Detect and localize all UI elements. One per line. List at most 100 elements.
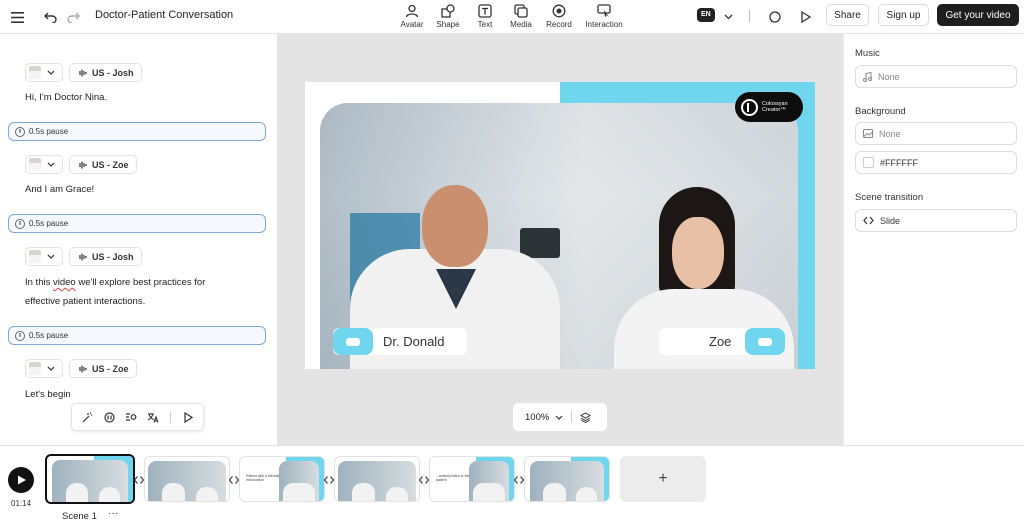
voice-select[interactable]: US - Zoe [69, 359, 137, 378]
voice-label: US - Josh [92, 251, 134, 262]
voice-select[interactable]: US - Josh [69, 63, 142, 82]
avatar-select[interactable] [25, 63, 63, 82]
background-heading: Background [855, 106, 906, 117]
preview-play-icon[interactable] [797, 8, 815, 26]
tool-record[interactable]: Record [537, 2, 581, 29]
play-icon[interactable] [177, 406, 199, 428]
name-tag-cap [333, 328, 373, 355]
scene-thumbnail[interactable] [45, 454, 135, 504]
menu-icon[interactable] [8, 8, 26, 26]
scene-thumbnail[interactable] [524, 456, 610, 502]
thumbnail-text: ...actively listen to the patient [436, 474, 470, 482]
tool-interaction[interactable]: Interaction [582, 2, 626, 29]
script-line[interactable]: effective patient interactions. [25, 296, 145, 307]
chevron-down-icon[interactable] [719, 8, 737, 26]
pause-label: 0.5s pause [29, 331, 69, 340]
speaker-row: US - Josh [25, 247, 142, 266]
transition-icon [863, 216, 874, 225]
chevron-down-icon [47, 254, 55, 259]
tool-label: Record [546, 20, 572, 29]
add-scene-button[interactable]: + [620, 456, 706, 502]
zoom-control[interactable]: 100% [513, 403, 607, 431]
name-tag-cap [745, 328, 785, 355]
pause-block[interactable]: II 0.5s pause [8, 122, 266, 141]
transition-select[interactable]: Slide [855, 209, 1017, 232]
avatar-select[interactable] [25, 247, 63, 266]
properties-panel: Music None Background None #FFFFFF Scene… [843, 34, 1024, 445]
script-line[interactable]: Let's begin [25, 389, 71, 400]
waveform-icon [79, 161, 87, 168]
interaction-icon [582, 2, 626, 19]
script-line[interactable]: In this video we'll explore best practic… [25, 277, 205, 288]
music-select[interactable]: None [855, 65, 1017, 88]
get-video-button[interactable]: Get your video [937, 4, 1019, 26]
pause-label: 0.5s pause [29, 127, 69, 136]
chevron-down-icon [47, 70, 55, 75]
scene-thumbnail[interactable]: Patient with a friendly introduction [239, 456, 325, 502]
scene-thumbnail[interactable]: ...actively listen to the patient [429, 456, 515, 502]
zoom-value: 100% [525, 411, 550, 423]
name-tag-text: Zoe [709, 334, 732, 349]
avatar-select[interactable] [25, 155, 63, 174]
line-text: In this [25, 277, 53, 288]
top-bar: Doctor-Patient Conversation Avatar Shape… [0, 0, 1024, 34]
script-panel: US - Josh Hi, I'm Doctor Nina. II 0.5s pa… [0, 34, 277, 445]
transition-value: Slide [880, 215, 901, 226]
waveform-icon [79, 69, 87, 76]
brand-logo[interactable]: Colossyan Creator™ [735, 92, 803, 122]
speaker-row: US - Zoe [25, 155, 137, 174]
speaker-row: US - Zoe [25, 359, 137, 378]
voice-select[interactable]: US - Josh [69, 247, 142, 266]
pause-insert-icon[interactable] [98, 406, 120, 428]
pause-icon: II [15, 126, 25, 137]
playback-time: 01:14 [11, 499, 32, 508]
name-tag-text: Dr. Donald [383, 334, 445, 349]
comment-icon[interactable] [766, 8, 784, 26]
magic-icon[interactable] [76, 406, 98, 428]
scene-more-button[interactable]: ··· [108, 508, 118, 519]
pause-label: 0.5s pause [29, 219, 69, 228]
timeline: 01:14 Patient with a friendly introducti… [0, 445, 1024, 524]
gesture-icon[interactable] [120, 406, 142, 428]
chevron-down-icon [555, 415, 563, 420]
script-line[interactable]: And I am Grace! [25, 184, 94, 195]
play-button[interactable] [8, 467, 34, 493]
signup-button[interactable]: Sign up [878, 4, 929, 26]
language-badge[interactable]: EN [697, 8, 715, 22]
image-icon [863, 129, 873, 138]
color-swatch[interactable] [863, 157, 874, 168]
avatar [29, 158, 41, 171]
scene-thumbnail[interactable] [144, 456, 230, 502]
avatar [29, 362, 41, 375]
pause-block[interactable]: II 0.5s pause [8, 214, 266, 233]
scene-label: Scene 1 [62, 511, 97, 522]
record-icon [537, 2, 581, 19]
logo-mark-icon [741, 98, 758, 116]
spelling-error[interactable]: video [53, 277, 76, 288]
music-heading: Music [855, 48, 880, 59]
scene-preview[interactable]: Colossyan Creator™ Dr. Donald Zoe [305, 82, 815, 369]
undo-icon[interactable] [41, 8, 59, 26]
background-image-select[interactable]: None [855, 122, 1017, 145]
thumbnail-text: Patient with a friendly introduction [246, 474, 280, 482]
speaker-row: US - Josh [25, 63, 142, 82]
document-title[interactable]: Doctor-Patient Conversation [95, 9, 233, 21]
editor-canvas: Colossyan Creator™ Dr. Donald Zoe 100% [277, 34, 843, 445]
play-icon [17, 475, 26, 485]
script-line[interactable]: Hi, I'm Doctor Nina. [25, 92, 107, 103]
share-button[interactable]: Share [826, 4, 869, 26]
translate-icon[interactable] [142, 406, 164, 428]
redo-icon[interactable] [64, 8, 82, 26]
pause-block[interactable]: II 0.5s pause [8, 326, 266, 345]
transition-heading: Scene transition [855, 192, 924, 203]
background-image-value: None [879, 128, 901, 139]
background-color-input[interactable]: #FFFFFF [855, 151, 1017, 174]
layers-icon[interactable] [580, 411, 592, 423]
voice-select[interactable]: US - Zoe [69, 155, 137, 174]
brand-product: Creator™ [762, 107, 786, 113]
script-toolbar [71, 403, 204, 431]
avatar-select[interactable] [25, 359, 63, 378]
divider [170, 411, 171, 423]
voice-label: US - Zoe [92, 363, 129, 374]
scene-thumbnail[interactable] [334, 456, 420, 502]
